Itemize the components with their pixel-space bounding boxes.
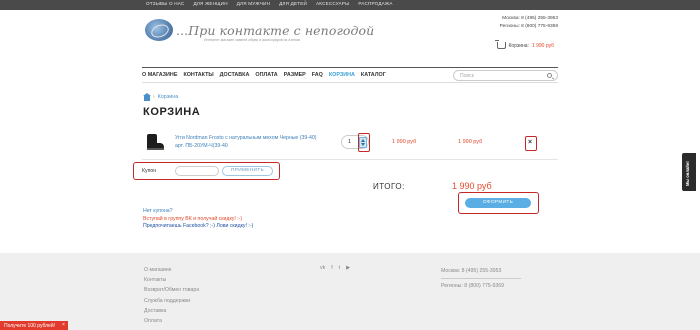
footer-contacts: Москва: 8 (495) 255-3953 Регионы: 8 (800… <box>441 265 521 292</box>
top-nav: ОТЗЫВЫ О НАС ДЛЯ ЖЕНЩИН ДЛЯ МУЖЧИН ДЛЯ Д… <box>146 1 393 6</box>
remove-item-button[interactable]: × <box>525 136 537 151</box>
quantity-value[interactable]: 1 <box>348 139 351 145</box>
main-menu-items: О МАГАЗИНЕ КОНТАКТЫ ДОСТАВКА ОПЛАТА РАЗМ… <box>142 72 386 78</box>
menu-item-faq[interactable]: FAQ <box>312 72 323 78</box>
home-icon[interactable] <box>143 92 151 101</box>
footer-phone-regions: Регионы: 8 (800) 775-9369 <box>441 283 505 289</box>
promo-text: Получите 100 рублей! <box>4 322 56 329</box>
online-chat-tab[interactable]: Мы онлайн! <box>682 153 696 191</box>
footer-divider <box>441 278 521 279</box>
footer-link-contacts[interactable]: Контакты <box>144 275 199 285</box>
top-nav-item-accessories[interactable]: АКСЕССУАРЫ <box>316 1 349 6</box>
item-total: 1 990 руб <box>458 139 483 145</box>
logo-subtitle: Интернет-магазин зимней обуви и аксессуа… <box>204 38 301 42</box>
breadcrumb-separator: › <box>153 94 155 100</box>
total-label: ИТОГО: <box>373 182 405 191</box>
header-cart[interactable]: Корзина: 1 990 руб <box>494 40 554 49</box>
site-footer: О магазине Контакты Возврат/Обмен товара… <box>0 253 700 330</box>
logo-text[interactable]: ...При контакте с непогодой <box>176 23 374 38</box>
main-menu: О МАГАЗИНЕ КОНТАКТЫ ДОСТАВКА ОПЛАТА РАЗМ… <box>142 67 558 83</box>
coupon-label: Купон <box>142 168 157 174</box>
menu-item-contacts[interactable]: КОНТАКТЫ <box>183 72 213 78</box>
coupon-input[interactable] <box>175 166 219 176</box>
footer-link-returns[interactable]: Возврат/Обмен товара <box>144 285 199 295</box>
top-nav-item-kids[interactable]: ДЛЯ ДЕТЕЙ <box>279 1 307 6</box>
footer-link-about[interactable]: О магазине <box>144 265 199 275</box>
product-thumbnail[interactable] <box>147 134 164 150</box>
cart-sum: 1 990 руб <box>531 42 554 49</box>
search-icon[interactable] <box>547 73 552 78</box>
footer-link-support[interactable]: Служба поддержки <box>144 296 199 306</box>
vk-icon[interactable]: vk <box>320 265 325 271</box>
cart-icon <box>494 40 506 49</box>
phone-moscow: Москва: 8 (495) 255-3953 <box>502 16 558 21</box>
total-sum: 1 990 руб <box>452 181 492 191</box>
menu-item-size[interactable]: РАЗМЕР <box>284 72 306 78</box>
top-nav-item-men[interactable]: ДЛЯ МУЖЧИН <box>237 1 270 6</box>
top-nav-item-women[interactable]: ДЛЯ ЖЕНЩИН <box>193 1 227 6</box>
footer-phone-moscow: Москва: 8 (495) 255-3953 <box>441 268 502 274</box>
product-info: Угги Nordman Frosto с натуральным мехом … <box>175 134 316 150</box>
top-nav-item-reviews[interactable]: ОТЗЫВЫ О НАС <box>146 1 184 6</box>
quantity-highlight <box>358 133 370 152</box>
item-price: 1 990 руб <box>392 139 417 145</box>
menu-item-payment[interactable]: ОПЛАТА <box>255 72 277 78</box>
vk-discount-link[interactable]: Вступай в группу ВК и получай скидку! :-… <box>143 216 253 224</box>
logo-globe-icon[interactable] <box>145 19 173 41</box>
menu-item-cart[interactable]: КОРЗИНА <box>329 72 355 78</box>
promo-close-icon[interactable]: × <box>62 322 65 328</box>
menu-item-catalog[interactable]: КАТАЛОГ <box>361 72 386 78</box>
menu-item-about[interactable]: О МАГАЗИНЕ <box>142 72 177 78</box>
breadcrumb: › Корзина <box>143 92 179 101</box>
cart-item-row: Угги Nordman Frosto с натуральным мехом … <box>142 128 558 160</box>
top-nav-item-sale[interactable]: РАСПРОДАЖА <box>358 1 392 6</box>
facebook-discount-link[interactable]: Предпочитаешь Facebook? ;-) Лови скидку!… <box>143 223 253 231</box>
page-title: КОРЗИНА <box>143 106 201 118</box>
product-name[interactable]: Угги Nordman Frosto с натуральным мехом … <box>175 134 316 142</box>
footer-link-delivery[interactable]: Доставка <box>144 306 199 316</box>
top-bar: ОТЗЫВЫ О НАС ДЛЯ ЖЕНЩИН ДЛЯ МУЖЧИН ДЛЯ Д… <box>0 0 700 10</box>
phone-regions: Регионы: 8 (800) 775-9369 <box>499 24 558 29</box>
footer-links: О магазине Контакты Возврат/Обмен товара… <box>144 265 199 326</box>
twitter-icon[interactable]: t <box>339 265 340 271</box>
coupon-form: Купон ПРИМЕНИТЬ <box>133 162 280 180</box>
checkout-highlight: ОФОРМИТЬ <box>458 192 539 214</box>
site-header: ...При контакте с непогодой Интернет-маг… <box>142 12 558 64</box>
youtube-icon[interactable]: ▶ <box>346 265 350 271</box>
apply-coupon-button[interactable]: ПРИМЕНИТЬ <box>222 166 273 176</box>
search-input[interactable]: Поиск <box>453 70 558 81</box>
discount-links: Нет купона? Вступай в группу ВК и получа… <box>143 208 253 231</box>
menu-item-delivery[interactable]: ДОСТАВКА <box>220 72 250 78</box>
promo-banner[interactable]: Получите 100 рублей! × <box>0 321 68 330</box>
product-article: арт. ПБ-20УМ-Ч(39-40 <box>175 143 228 149</box>
cart-label: Корзина: <box>508 42 529 49</box>
close-icon: × <box>528 139 533 146</box>
footer-link-payment[interactable]: Оплата <box>144 316 199 326</box>
no-coupon-link[interactable]: Нет купона? <box>143 208 253 216</box>
facebook-icon[interactable]: f <box>331 265 332 271</box>
social-icons: vk f t ▶ <box>320 265 350 271</box>
online-chat-label: Мы онлайн! <box>685 161 690 186</box>
header-contacts: Москва: 8 (495) 255-3953 Регионы: 8 (800… <box>500 15 558 31</box>
breadcrumb-current[interactable]: Корзина <box>158 94 179 100</box>
checkout-button[interactable]: ОФОРМИТЬ <box>465 198 531 208</box>
search-placeholder: Поиск <box>460 73 474 79</box>
